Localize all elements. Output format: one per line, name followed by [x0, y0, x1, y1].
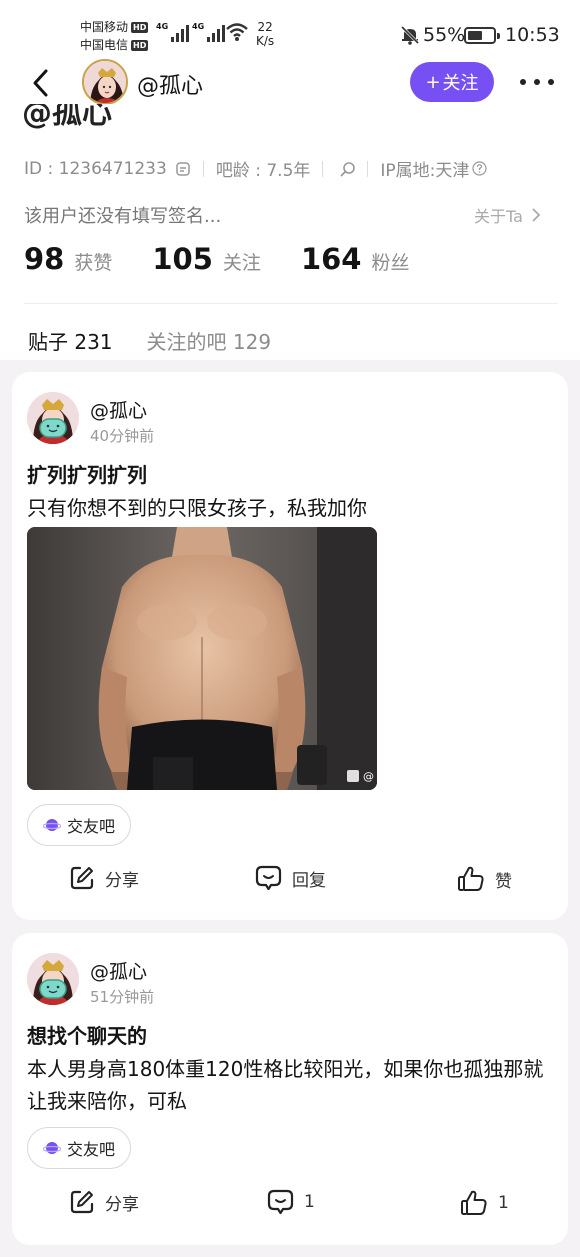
post-title: 扩列扩列扩列: [27, 463, 147, 487]
about-label: 关于Ta: [474, 207, 523, 226]
battery-percent: 55%: [423, 24, 466, 46]
ip-location: IP属地:天津: [380, 161, 470, 181]
divider: [24, 303, 558, 304]
reply-button[interactable]: 1: [267, 1189, 315, 1215]
user-signature: 该用户还没有填写签名...: [24, 206, 222, 227]
about-link[interactable]: 关于Ta: [474, 203, 541, 227]
top-nav: @孤心 + 关注: [0, 59, 580, 105]
avatar[interactable]: [27, 953, 79, 1005]
share-icon: [70, 1190, 94, 1214]
user-id: ID : 1236471233: [24, 158, 167, 179]
planet-icon: [42, 1142, 61, 1154]
network-type: 4G: [156, 22, 169, 31]
help-icon[interactable]: [472, 161, 487, 176]
hd-badge: HD: [131, 21, 149, 33]
post-body: 本人男身高180体重120性格比较阳光，如果你也孤独那就让我来陪你，可私: [27, 1057, 544, 1113]
thumbs-up-icon: [458, 866, 484, 891]
post-time: 51分钟前: [90, 988, 155, 1006]
signal-icon: 4G: [192, 22, 226, 42]
profile-tabs: 贴子 231 关注的吧 129: [28, 326, 271, 355]
post-actions: 分享 1 1: [12, 1189, 568, 1229]
more-options-icon[interactable]: [520, 70, 554, 94]
hd-badge: HD: [131, 39, 149, 51]
comment-icon: [267, 1189, 294, 1215]
stat-followers[interactable]: 164 粉丝: [301, 242, 410, 276]
tab-posts[interactable]: 贴子 231: [28, 326, 113, 355]
share-label: 分享: [105, 1194, 139, 1215]
signal-icon: 4G: [156, 22, 190, 42]
search-icon[interactable]: [339, 160, 357, 178]
planet-icon: [42, 819, 61, 831]
stat-number: 105: [152, 242, 213, 276]
carrier-info: 中国移动 HD 中国电信 HD: [80, 18, 149, 54]
nav-username: @孤心: [137, 74, 204, 99]
reply-label: 回复: [292, 870, 326, 891]
stat-label: 粉丝: [371, 252, 410, 274]
post-author[interactable]: @孤心: [90, 957, 147, 984]
tab-followed-bars[interactable]: 关注的吧 129: [147, 326, 272, 355]
reply-button[interactable]: 回复: [255, 865, 326, 891]
stat-number: 164: [300, 242, 362, 276]
battery-icon: [464, 27, 500, 44]
network-type: 4G: [192, 22, 205, 31]
post-body: 只有你想不到的只限女孩子，私我加你: [27, 496, 367, 520]
profile-meta: ID : 1236471233 吧龄 : 7.5年 IP属地:天津: [24, 156, 487, 181]
like-button[interactable]: 1: [460, 1189, 509, 1217]
share-icon: [70, 866, 94, 890]
copy-icon[interactable]: [175, 161, 191, 177]
clock: 10:53: [505, 24, 560, 46]
svg-text:@: @: [363, 770, 374, 783]
share-button[interactable]: 分享: [69, 1189, 139, 1215]
profile-name: @孤心: [22, 104, 112, 131]
stat-number: 98: [24, 242, 65, 276]
forum-tag[interactable]: 交友吧: [27, 804, 131, 846]
follow-button[interactable]: + 关注: [410, 62, 494, 102]
avatar[interactable]: [27, 392, 79, 444]
plus-icon: +: [425, 71, 441, 93]
avatar[interactable]: [82, 59, 128, 105]
mute-bell-icon: [400, 25, 420, 45]
stat-likes[interactable]: 98 获赞: [24, 242, 112, 276]
wifi-icon: [226, 23, 248, 41]
thumbs-up-icon: [461, 1190, 487, 1215]
chevron-right-icon: [532, 208, 541, 222]
carrier-1: 中国移动: [80, 20, 129, 34]
profile-header: @孤心 ID : 1236471233 吧龄 : 7.5年 IP属地:天津 该用…: [0, 104, 580, 360]
post-title: 想找个聊天的: [27, 1024, 147, 1048]
post-author[interactable]: @孤心: [90, 396, 147, 423]
back-arrow-icon[interactable]: [28, 66, 54, 100]
post-card[interactable]: @孤心 40分钟前 扩列扩列扩列 只有你想不到的只限女孩子，私我加你 @ 交友吧…: [12, 372, 568, 920]
status-bar: 中国移动 HD 中国电信 HD 4G 4G 22 K/s 55% 10:53: [0, 0, 580, 62]
reply-count: 1: [304, 1192, 315, 1212]
follow-label: 关注: [442, 73, 479, 94]
like-count: 1: [498, 1193, 509, 1213]
profile-stats: 98 获赞 105 关注 164 粉丝: [24, 242, 450, 276]
forum-tag-label: 交友吧: [66, 1140, 115, 1159]
post-card[interactable]: @孤心 51分钟前 想找个聊天的 本人男身高180体重120性格比较阳光，如果你…: [12, 933, 568, 1245]
stat-label: 获赞: [74, 252, 113, 274]
stat-label: 关注: [222, 252, 261, 274]
carrier-2: 中国电信: [80, 38, 129, 52]
share-button[interactable]: 分享: [69, 865, 139, 891]
share-label: 分享: [105, 870, 139, 891]
post-time: 40分钟前: [90, 427, 155, 445]
forum-tag-label: 交友吧: [66, 817, 115, 836]
like-button[interactable]: 赞: [457, 865, 512, 893]
forum-tag[interactable]: 交友吧: [27, 1127, 131, 1169]
like-label: 赞: [495, 871, 512, 892]
network-speed: 22 K/s: [256, 20, 275, 48]
stat-following[interactable]: 105 关注: [152, 242, 261, 276]
post-actions: 分享 回复 赞: [12, 865, 568, 905]
comment-icon: [255, 865, 282, 891]
bar-age: 吧龄 : 7.5年: [215, 161, 311, 181]
post-image[interactable]: @: [27, 527, 377, 790]
